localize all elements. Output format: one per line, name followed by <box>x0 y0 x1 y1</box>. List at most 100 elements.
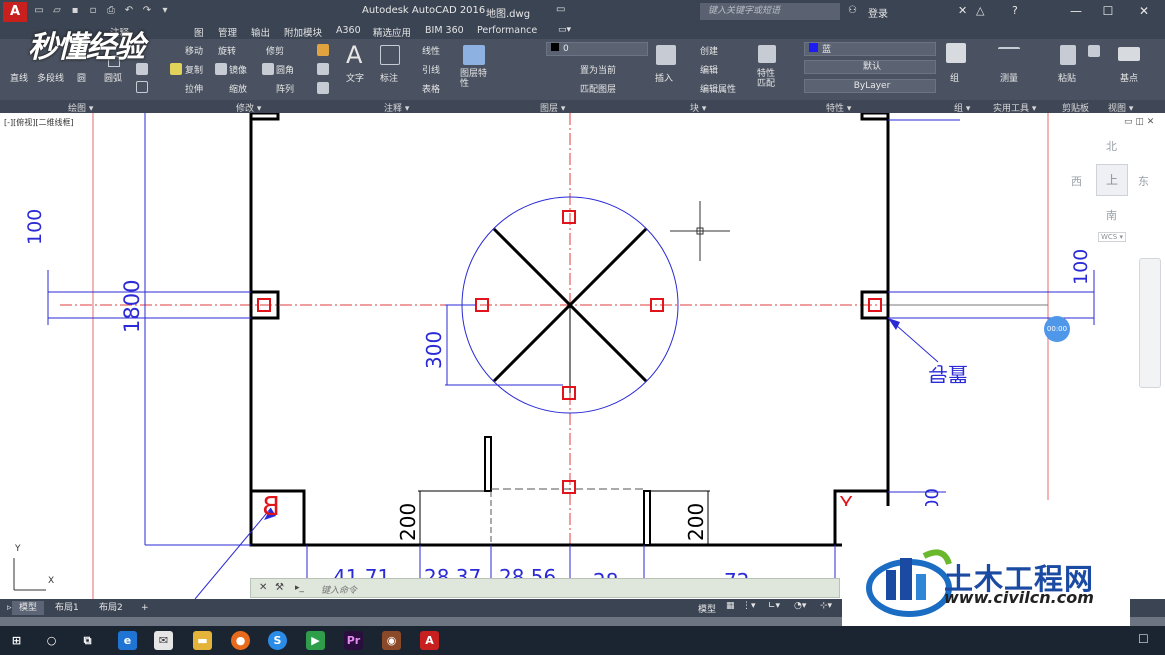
dim-text-300[interactable]: 300 <box>422 331 446 369</box>
match-layer-button[interactable]: 匹配图层 <box>580 82 616 95</box>
polyline-button[interactable]: 多段线 <box>37 71 64 84</box>
linear-dim-button[interactable]: 线性 <box>422 44 440 57</box>
qat-dropdown-icon[interactable]: ▾ <box>158 4 172 17</box>
notification-icon[interactable]: ☐ <box>1138 632 1149 646</box>
offset-icon[interactable] <box>317 82 329 94</box>
linetype-dropdown[interactable]: ByLayer <box>804 79 936 93</box>
edit-block-button[interactable]: 编辑 <box>700 63 718 76</box>
model-space-button[interactable]: 模型 <box>698 602 716 615</box>
redo-icon[interactable]: ↷ <box>140 4 154 17</box>
top-left-column[interactable] <box>249 113 280 121</box>
top-right-column[interactable] <box>860 113 890 121</box>
viewcube-south[interactable]: 南 <box>1106 207 1117 223</box>
erase-icon[interactable] <box>317 44 329 56</box>
scale-button[interactable]: 缩放 <box>229 82 247 95</box>
windows-start-icon[interactable]: ⊞ <box>7 631 26 650</box>
mirror-button[interactable]: 镜像 <box>229 63 247 76</box>
navigation-bar[interactable] <box>1139 258 1161 388</box>
binoculars-icon[interactable]: ⚇ <box>848 5 857 16</box>
grip-top[interactable] <box>562 210 576 224</box>
viewcube-north[interactable]: 北 <box>1106 138 1117 154</box>
premiere-icon[interactable]: Pr <box>344 631 363 650</box>
insert-block-icon[interactable] <box>656 45 676 65</box>
close-button[interactable]: ✕ <box>1134 3 1154 19</box>
insert-button[interactable]: 插入 <box>655 71 673 84</box>
ortho-icon[interactable]: ∟▾ <box>768 601 780 611</box>
tab-manage[interactable]: 管理 <box>218 25 237 39</box>
tab-bim360[interactable]: BIM 360 <box>425 25 464 36</box>
grip-bottom[interactable] <box>562 386 576 400</box>
minimize-button[interactable]: — <box>1066 3 1086 19</box>
autocad-app-icon[interactable]: A <box>3 2 27 22</box>
tab-layout2[interactable]: 布局2 <box>92 601 130 615</box>
base-button[interactable]: 基点 <box>1120 71 1138 84</box>
command-input[interactable]: 键入命令 <box>321 583 357 596</box>
dim-text-1800[interactable]: 1800 <box>120 280 144 333</box>
grid-icon[interactable]: ▦ <box>726 601 735 611</box>
leader-button[interactable]: 引线 <box>422 63 440 76</box>
layer-properties-button[interactable]: 图层特性 <box>460 69 488 89</box>
tab-a360[interactable]: A360 <box>336 25 361 36</box>
measure-button[interactable]: 测量 <box>1000 71 1018 84</box>
line-button[interactable]: 直线 <box>10 71 28 84</box>
tab-layout1[interactable]: 布局1 <box>48 601 86 615</box>
browser-icon[interactable]: S <box>268 631 287 650</box>
b-block-label[interactable]: B <box>262 492 280 522</box>
dim-text-200-right[interactable]: 200 <box>684 503 708 541</box>
workspace-switch-icon[interactable]: ▭ <box>556 4 570 18</box>
text-icon[interactable]: A <box>346 41 362 69</box>
move-button[interactable]: 移动 <box>185 44 203 57</box>
trim-button[interactable]: 修剪 <box>266 44 284 57</box>
media-player-icon[interactable]: ▶ <box>306 631 325 650</box>
search-input[interactable]: 键入关键字或短语 <box>700 3 840 20</box>
save-as-icon[interactable]: ▫ <box>86 4 100 17</box>
rotate-button[interactable]: 旋转 <box>218 44 236 57</box>
layer-properties-icon[interactable] <box>463 45 485 65</box>
save-icon[interactable]: ▪ <box>68 4 82 17</box>
dim-text-100-right[interactable]: 100 <box>1070 249 1092 285</box>
a360-icon[interactable]: △ <box>976 4 984 17</box>
tab-view[interactable]: 图 <box>194 25 204 39</box>
autocad-taskbar-icon[interactable]: A <box>420 631 439 650</box>
wcs-menu[interactable]: WCS ▾ <box>1098 232 1126 242</box>
dim-text-100-left[interactable]: 100 <box>24 209 46 245</box>
open-file-icon[interactable]: ▱ <box>50 4 64 17</box>
layer-dropdown[interactable]: 0 <box>546 42 648 56</box>
snap-icon[interactable]: ⋮▾ <box>742 601 756 611</box>
paste-icon[interactable] <box>1060 45 1076 65</box>
file-explorer-icon[interactable]: ▬ <box>193 631 212 650</box>
array-button[interactable]: 阵列 <box>276 82 294 95</box>
maximize-button[interactable]: ☐ <box>1098 3 1118 19</box>
add-layout-button[interactable]: + <box>134 601 156 615</box>
door-post-right[interactable] <box>643 490 651 546</box>
polar-icon[interactable]: ◔▾ <box>794 601 806 611</box>
tab-model[interactable]: 模型 <box>12 601 45 615</box>
edge-icon[interactable]: e <box>118 631 137 650</box>
viewcube-west[interactable]: 西 <box>1071 173 1082 189</box>
firefox-icon[interactable]: ● <box>231 631 250 650</box>
wrench-icon[interactable]: ⚒ <box>275 582 284 593</box>
tab-performance[interactable]: Performance <box>477 25 537 36</box>
edit-attributes-button[interactable]: 编辑属性 <box>700 82 736 95</box>
rectangle-icon[interactable] <box>136 81 148 93</box>
print-icon[interactable]: ⎙ <box>104 4 118 17</box>
task-view-icon[interactable]: ⧉ <box>78 631 97 650</box>
group-button[interactable]: 组 <box>950 71 959 84</box>
copy-button[interactable]: 复制 <box>185 63 203 76</box>
explode-icon[interactable] <box>317 63 329 75</box>
measure-icon[interactable] <box>998 47 1020 61</box>
viewport-window-controls[interactable]: ▭ ◫ ✕ <box>1124 117 1154 127</box>
help-icon[interactable]: ? <box>1012 4 1018 17</box>
viewcube-east[interactable]: 东 <box>1138 173 1149 189</box>
create-block-button[interactable]: 创建 <box>700 44 718 57</box>
tab-output[interactable]: 输出 <box>251 25 270 39</box>
exchange-icon[interactable]: ✕ <box>958 4 967 17</box>
search-icon[interactable]: ○ <box>42 631 61 650</box>
right-note-label[interactable]: 导置 <box>928 361 968 390</box>
login-link[interactable]: 登录 <box>868 5 888 20</box>
dimension-button[interactable]: 标注 <box>380 71 398 84</box>
undo-icon[interactable]: ↶ <box>122 4 136 17</box>
group-icon[interactable] <box>946 43 966 63</box>
paste-button[interactable]: 粘贴 <box>1058 71 1076 84</box>
viewcube-top-face[interactable]: 上 <box>1096 164 1128 196</box>
